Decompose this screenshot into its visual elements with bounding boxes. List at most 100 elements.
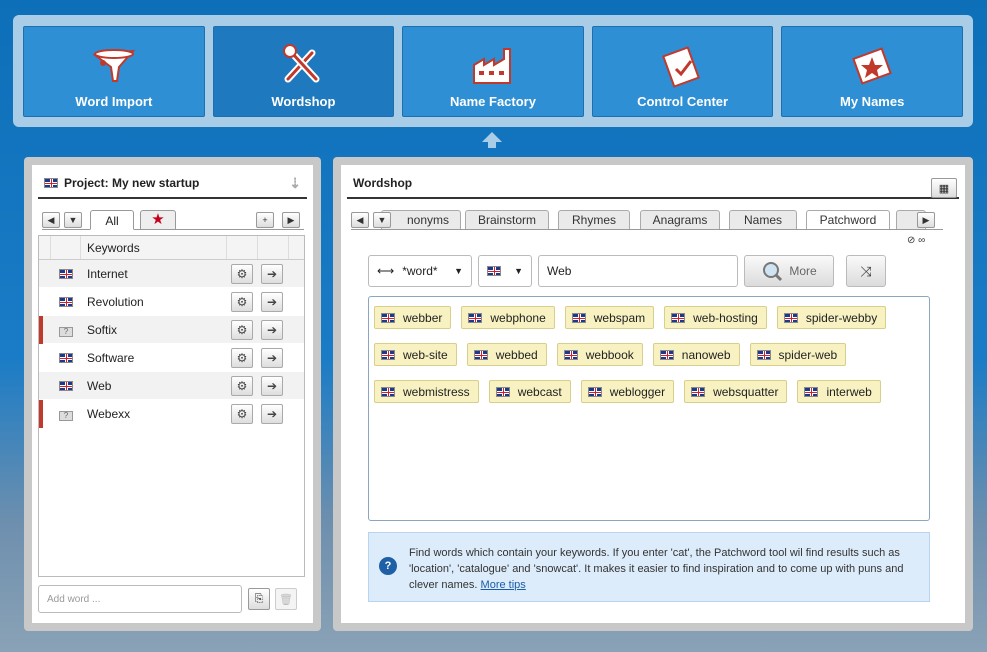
uk-flag-icon xyxy=(381,349,395,360)
arrow-right-icon[interactable]: ➔ xyxy=(261,263,283,284)
uk-flag-icon xyxy=(756,349,771,360)
shuffle-icon[interactable]: ⤨ xyxy=(846,255,886,287)
result-chip[interactable]: webspam xyxy=(564,306,655,329)
flag-marker xyxy=(39,399,43,428)
keyword-name: Revolution xyxy=(87,294,144,309)
uk-flag-icon xyxy=(587,386,602,397)
result-word: websquatter xyxy=(713,384,779,399)
next-tab-button[interactable]: ▶ xyxy=(282,212,300,228)
project-panel-frame: Project: My new startup ⇣ ◀ ▼ All ★ + ▶ … xyxy=(24,157,321,631)
tab-names[interactable]: Names xyxy=(729,210,797,229)
result-chip[interactable]: spider-webby xyxy=(776,306,887,329)
result-chip[interactable]: webbed xyxy=(466,343,547,366)
arrow-right-icon[interactable]: ➔ xyxy=(261,347,283,368)
nav-wordshop[interactable]: Wordshop xyxy=(212,26,395,117)
result-word: webcast xyxy=(517,384,562,399)
uk-flag-icon xyxy=(381,386,395,397)
tab-patchword[interactable]: Patchword xyxy=(806,210,890,229)
tab-favorites-star-icon[interactable]: ★ xyxy=(140,210,176,230)
settings-infinity[interactable]: ⊘ ∞ xyxy=(907,235,925,246)
table-row[interactable]: Revolution ⚙ ➔ xyxy=(39,288,304,316)
result-chip[interactable]: nanoweb xyxy=(652,343,740,366)
nav-word-import[interactable]: Word Import xyxy=(23,26,205,117)
grid-icon[interactable]: ▦ xyxy=(931,178,957,198)
down-arrow-icon[interactable]: ⇣ xyxy=(289,175,301,192)
more-label: More xyxy=(789,264,817,278)
help-icon: ? xyxy=(379,557,397,575)
trash-icon[interactable]: 🗑 xyxy=(275,588,297,610)
gears-icon[interactable]: ⚙ xyxy=(231,375,253,396)
result-word: spider-webby xyxy=(805,310,878,325)
arrow-right-icon[interactable]: ➔ xyxy=(261,403,283,424)
project-title: Project: My new startup xyxy=(64,176,200,190)
result-chip[interactable]: webmistress xyxy=(374,380,479,403)
tab-menu-button[interactable]: ▼ xyxy=(64,212,82,228)
tab-brainstorm[interactable]: Brainstorm xyxy=(465,210,549,229)
result-row: webber webphone webspam web-hosting spider-w… xyxy=(374,306,924,329)
tab-menu-button[interactable]: ▼ xyxy=(373,212,391,228)
result-word: webber xyxy=(403,310,443,325)
result-chip[interactable]: spider-web xyxy=(749,343,847,366)
clipboard-icon xyxy=(661,46,700,88)
result-chip[interactable]: interweb xyxy=(797,380,881,403)
table-row[interactable]: Internet ⚙ ➔ xyxy=(39,260,304,288)
gears-icon[interactable]: ⚙ xyxy=(231,263,253,284)
tab-anagrams[interactable]: Anagrams xyxy=(640,210,720,229)
import-icon[interactable]: ⎘ xyxy=(248,588,270,610)
result-chip[interactable]: webphone xyxy=(461,306,555,329)
uk-flag-icon xyxy=(571,312,586,323)
mode-select[interactable]: ⟷ *word* ▼ xyxy=(368,255,472,287)
table-row[interactable]: Software ⚙ ➔ xyxy=(39,344,304,372)
uk-flag-icon xyxy=(44,178,58,188)
result-word: web-hosting xyxy=(693,310,758,325)
gears-icon[interactable]: ⚙ xyxy=(231,403,253,424)
language-select[interactable]: ▼ xyxy=(478,255,532,287)
prev-tab-button[interactable]: ◀ xyxy=(42,212,60,228)
result-chip[interactable]: weblogger xyxy=(580,380,675,403)
keyword-name: Web xyxy=(87,378,112,393)
project-panel: Project: My new startup ⇣ ◀ ▼ All ★ + ▶ … xyxy=(32,165,313,623)
result-chip[interactable]: web-hosting xyxy=(664,306,767,329)
word-input[interactable]: Web xyxy=(538,255,738,287)
unknown-language-icon: ? xyxy=(59,326,73,337)
keywords-column-header: Keywords xyxy=(81,236,227,259)
result-chip[interactable]: webber xyxy=(374,306,452,329)
result-chip[interactable]: websquatter xyxy=(684,380,788,403)
nav-label: My Names xyxy=(840,94,905,109)
result-chip[interactable]: web-site xyxy=(374,343,457,366)
gears-icon[interactable]: ⚙ xyxy=(231,291,253,312)
more-tips-link[interactable]: More tips xyxy=(481,579,526,591)
uk-flag-icon xyxy=(563,349,578,360)
arrow-right-icon[interactable]: ➔ xyxy=(261,319,283,340)
collapse-nav-icon[interactable] xyxy=(480,130,504,150)
tools-icon xyxy=(283,44,320,83)
next-tab-button[interactable]: ▶ xyxy=(917,212,935,228)
arrow-right-icon[interactable]: ➔ xyxy=(261,375,283,396)
prev-tab-button[interactable]: ◀ xyxy=(351,212,369,228)
result-chip[interactable]: webbook xyxy=(556,343,643,366)
nav-control-center[interactable]: Control Center xyxy=(591,26,774,117)
uk-flag-icon xyxy=(59,297,73,308)
nav-name-factory[interactable]: Name Factory xyxy=(402,26,584,117)
tab-rhymes[interactable]: Rhymes xyxy=(558,210,630,229)
gears-icon[interactable]: ⚙ xyxy=(231,347,253,368)
arrow-right-icon[interactable]: ➔ xyxy=(261,291,283,312)
table-row[interactable]: Web ⚙ ➔ xyxy=(39,372,304,400)
nav-my-names[interactable]: My Names xyxy=(781,26,963,117)
add-word-input[interactable]: Add word ... xyxy=(38,585,242,613)
gears-icon[interactable]: ⚙ xyxy=(231,319,253,340)
keyword-name: Webexx xyxy=(87,406,131,421)
table-row[interactable]: ? Webexx ⚙ ➔ xyxy=(39,399,304,428)
add-tab-button[interactable]: + xyxy=(256,212,274,228)
nav-label: Word Import xyxy=(75,94,153,109)
tab-synonyms[interactable]: nonyms xyxy=(381,210,461,229)
keywords-table: Keywords Internet ⚙ ➔ Revolution ⚙ ➔ ? S xyxy=(38,235,305,577)
uk-flag-icon xyxy=(495,386,510,397)
result-word: webphone xyxy=(490,310,546,325)
nav-label: Control Center xyxy=(637,94,729,109)
result-chip[interactable]: webcast xyxy=(488,380,571,403)
result-word: interweb xyxy=(826,384,872,399)
tab-all[interactable]: All xyxy=(90,210,134,230)
table-row[interactable]: ? Softix ⚙ ➔ xyxy=(39,315,304,344)
more-button[interactable]: More xyxy=(744,255,834,287)
